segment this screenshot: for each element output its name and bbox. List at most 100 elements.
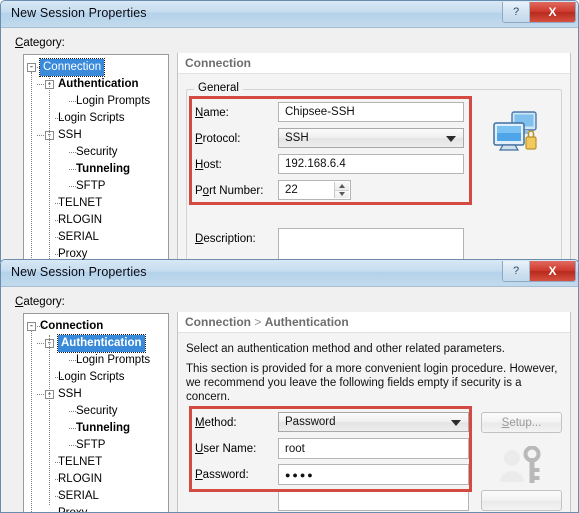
port-number-value: 22 (285, 184, 298, 196)
method-value: Password (285, 416, 336, 428)
name-input[interactable]: Chipsee-SSH (278, 102, 464, 122)
category-label: Category: (15, 37, 65, 49)
host-label: Host: (195, 159, 222, 171)
tree-branch-dash (37, 84, 44, 85)
tree-item-ssh[interactable]: - SSH (24, 386, 168, 403)
tree-item-serial[interactable]: SERIAL (24, 488, 168, 505)
description-textarea[interactable] (278, 228, 464, 261)
tree-item-label: Proxy (58, 507, 88, 513)
description-label: Description: (195, 233, 256, 245)
settings-panel-bottom: Connection > Authentication Select an au… (177, 312, 571, 512)
auth-description-line2: This section is provided for a more conv… (186, 363, 558, 403)
password-value: ●●●● (285, 469, 315, 480)
titlebar-bottom[interactable]: New Session Properties ? X (1, 260, 578, 287)
tree-item-label: Authentication (57, 334, 146, 353)
tree-item-label: SSH (58, 388, 82, 400)
tree-item-label: Connection (40, 320, 104, 332)
setup-button[interactable]: Setup... (481, 412, 562, 433)
arrow-down-icon (339, 192, 345, 197)
name-value: Chipsee-SSH (285, 106, 355, 118)
tree-toggle-minus-icon[interactable]: - (27, 322, 36, 331)
port-decrement-button[interactable] (335, 190, 349, 198)
breadcrumb-child: Authentication (264, 315, 349, 329)
panel-header-authentication: Connection > Authentication (178, 312, 570, 333)
help-button-bottom[interactable]: ? (503, 261, 530, 281)
tree-item-ssh[interactable]: - SSH (24, 127, 168, 144)
tree-item-login-prompts[interactable]: Login Prompts (24, 93, 168, 110)
arrow-up-icon (339, 183, 345, 188)
window-title-bottom: New Session Properties (11, 265, 147, 279)
tree-item-rlogin[interactable]: RLOGIN (24, 212, 168, 229)
window-controls-bottom: ? X (502, 261, 576, 282)
tree-item-authentication[interactable]: - Authentication (24, 334, 168, 353)
tree-item-label: RLOGIN (58, 214, 103, 226)
screen: New Session Properties ? X Category: - Co… (0, 0, 579, 513)
close-button[interactable]: X (530, 2, 575, 22)
tree-item-label: SFTP (76, 180, 106, 192)
breadcrumb-separator: > (251, 315, 265, 329)
close-button-bottom[interactable]: X (530, 261, 575, 281)
tree-item-label: Tunneling (76, 422, 131, 434)
passphrase-input-partial[interactable] (278, 490, 469, 511)
tree-item-connection[interactable]: - Connection (24, 318, 168, 335)
tree-item-serial[interactable]: SERIAL (24, 229, 168, 246)
settings-panel-top: Connection General Name: Chipsee-SSH Pro… (177, 53, 571, 261)
tree-item-label: Login Prompts (76, 95, 151, 107)
tree-item-label: Proxy (58, 248, 88, 260)
protocol-value: SSH (285, 132, 309, 144)
method-select[interactable]: Password (278, 412, 469, 432)
password-input[interactable]: ●●●● (278, 464, 469, 485)
tree-item-proxy[interactable]: Proxy (24, 505, 168, 513)
tree-branch-dash (37, 135, 44, 136)
breadcrumb-parent: Connection (185, 315, 251, 329)
tree-item-login-scripts[interactable]: Login Scripts (24, 110, 168, 127)
protocol-select[interactable]: SSH (278, 128, 464, 148)
tree-item-label: TELNET (58, 197, 103, 209)
tree-item-security[interactable]: Security (24, 144, 168, 161)
tree-item-sftp[interactable]: SFTP (24, 178, 168, 195)
category-tree-bottom[interactable]: - Connection - Authentication Login Prompts L… (23, 313, 169, 513)
category-tree-top[interactable]: - Connection - Authentication Login Prompts L… (23, 54, 169, 261)
tree-item-telnet[interactable]: TELNET (24, 454, 168, 471)
port-number-stepper[interactable]: 22 (278, 180, 351, 200)
chevron-down-icon (446, 136, 456, 142)
user-key-icon (498, 445, 548, 495)
tree-item-security[interactable]: Security (24, 403, 168, 420)
tree-item-connection[interactable]: - Connection (24, 58, 168, 77)
user-name-label: User Name: (195, 443, 257, 455)
host-value: 192.168.6.4 (285, 158, 346, 170)
tree-item-tunneling[interactable]: Tunneling (24, 161, 168, 178)
panel-header-connection: Connection (178, 53, 570, 74)
tree-item-login-prompts[interactable]: Login Prompts (24, 352, 168, 369)
port-spinner[interactable] (334, 182, 349, 198)
user-name-input[interactable]: root (278, 438, 469, 459)
tree-item-label: Authentication (58, 78, 139, 90)
tree-item-login-scripts[interactable]: Login Scripts (24, 369, 168, 386)
network-computers-icon (490, 109, 542, 162)
auth-description-line1: Select an authentication method and othe… (186, 343, 506, 355)
tree-item-tunneling[interactable]: Tunneling (24, 420, 168, 437)
tree-item-label: Login Prompts (76, 354, 151, 366)
host-input[interactable]: 192.168.6.4 (278, 154, 464, 174)
port-increment-button[interactable] (335, 182, 349, 191)
tree-item-authentication[interactable]: - Authentication (24, 76, 168, 93)
tree-item-telnet[interactable]: TELNET (24, 195, 168, 212)
tree-branch-dash (69, 152, 76, 153)
help-button[interactable]: ? (503, 2, 530, 22)
tree-item-label: Security (76, 405, 118, 417)
name-label: Name: (195, 107, 229, 119)
tree-item-sftp[interactable]: SFTP (24, 437, 168, 454)
general-group-title: General (194, 82, 243, 94)
chevron-down-icon-method (451, 420, 461, 426)
window-title: New Session Properties (11, 6, 147, 20)
tree-item-label: TELNET (58, 456, 103, 468)
category-label-bottom: Category: (15, 296, 65, 308)
tree-item-rlogin[interactable]: RLOGIN (24, 471, 168, 488)
tree-item-label: Connection (38, 58, 106, 77)
tree-item-label: RLOGIN (58, 473, 103, 485)
setup-button-label: Setup... (501, 416, 542, 429)
tree-toggle-minus-icon[interactable]: - (27, 63, 36, 72)
titlebar-top[interactable]: New Session Properties ? X (1, 1, 578, 28)
tree-branch-dash (69, 186, 76, 187)
password-label: Password: (195, 469, 249, 481)
